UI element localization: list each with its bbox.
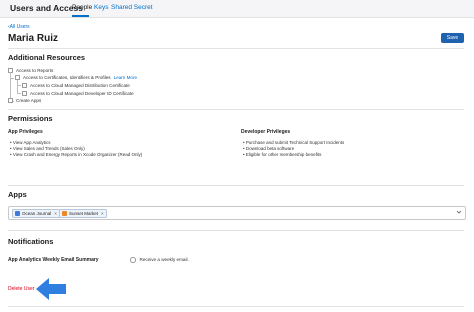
arrow-left-icon <box>36 278 66 300</box>
app-privileges-title: App Privileges <box>8 129 43 135</box>
checkbox-row-reports[interactable]: Access to Reports <box>8 68 54 74</box>
weekly-summary-label: App Analytics Weekly Email Summary <box>8 257 99 263</box>
apps-select[interactable]: Ocean Journal × Sunset Market × <box>8 206 466 220</box>
tree-connector <box>17 80 21 94</box>
divider <box>8 109 464 110</box>
divider <box>8 230 464 231</box>
app-privilege-item: • View App Analytics <box>10 140 51 145</box>
radio-button[interactable] <box>130 257 136 263</box>
divider <box>8 48 464 49</box>
app-icon <box>15 211 20 217</box>
developer-privilege-text: Download beta software <box>245 146 295 151</box>
checkbox-row-developer-id-cert[interactable]: Access to Cloud Managed Developer ID Cer… <box>22 91 134 97</box>
developer-privilege-item: • Eligible for other membership benefits <box>243 152 322 157</box>
developer-privilege-text: Eligible for other membership benefits <box>245 152 322 157</box>
tab-shared-secret[interactable]: Shared Secret <box>111 4 153 11</box>
checkbox[interactable] <box>8 98 13 104</box>
developer-privilege-item: • Download beta software <box>243 146 295 151</box>
weekly-email-option[interactable]: Receive a weekly email. <box>130 257 189 263</box>
app-chip-label: Sunset Market <box>69 211 99 216</box>
tab-people[interactable]: People <box>72 4 92 11</box>
checkbox-label: Access to Cloud Managed Developer ID Cer… <box>30 91 134 96</box>
checkbox-label: Access to Cloud Managed Distribution Cer… <box>30 83 130 88</box>
top-bar: Users and Access People Keys Shared Secr… <box>0 0 474 18</box>
app-privilege-item: • View Sales and Trends (Sales Only) <box>10 146 85 151</box>
checkbox-row-certificates[interactable]: Access to Certificates, Identifiers & Pr… <box>15 75 138 81</box>
app-privilege-item: • View Crash and Energy Reports in Xcode… <box>10 152 143 157</box>
app-icon <box>62 211 67 217</box>
additional-resources-title: Additional Resources <box>8 53 86 62</box>
app-privilege-text: View Sales and Trends (Sales Only) <box>12 146 85 151</box>
page-title: Maria Ruiz <box>8 33 59 44</box>
remove-icon[interactable]: × <box>54 211 57 216</box>
app-chip-sunset-market: Sunset Market × <box>59 209 107 218</box>
divider <box>8 306 464 307</box>
app-privilege-text: View App Analytics <box>12 140 51 145</box>
active-tab-indicator <box>72 15 89 17</box>
remove-icon[interactable]: × <box>101 211 104 216</box>
developer-privileges-title: Developer Privileges <box>241 129 291 135</box>
checkbox-label: Access to Certificates, Identifiers & Pr… <box>23 75 111 80</box>
chevron-down-icon[interactable] <box>456 208 462 216</box>
app-privilege-text: View Crash and Energy Reports in Xcode O… <box>12 152 143 157</box>
app-chip-ocean-journal: Ocean Journal × <box>12 209 60 218</box>
divider <box>8 185 464 186</box>
apps-title: Apps <box>8 190 27 199</box>
permissions-title: Permissions <box>8 114 53 123</box>
notifications-title: Notifications <box>8 237 54 246</box>
checkbox-row-distribution-cert[interactable]: Access to Cloud Managed Distribution Cer… <box>22 83 130 89</box>
developer-privilege-text: Purchase and submit Technical Support In… <box>245 140 345 145</box>
all-users-link-label: All Users <box>9 24 30 30</box>
save-button[interactable]: Save <box>441 33 464 43</box>
app-chip-label: Ocean Journal <box>22 211 52 216</box>
checkbox[interactable] <box>22 91 27 97</box>
checkbox-row-create-apps[interactable]: Create Apps <box>8 98 42 104</box>
developer-privilege-item: • Purchase and submit Technical Support … <box>243 140 345 145</box>
learn-more-link[interactable]: Learn More <box>114 75 138 80</box>
all-users-link[interactable]: ‹All Users <box>8 24 30 30</box>
tab-keys[interactable]: Keys <box>94 4 108 11</box>
checkbox-label: Access to Reports <box>16 68 54 73</box>
weekly-email-option-label: Receive a weekly email. <box>139 257 189 262</box>
checkbox[interactable] <box>22 83 27 89</box>
checkbox-label: Create Apps <box>16 98 42 103</box>
delete-user-link[interactable]: Delete User <box>8 286 34 292</box>
